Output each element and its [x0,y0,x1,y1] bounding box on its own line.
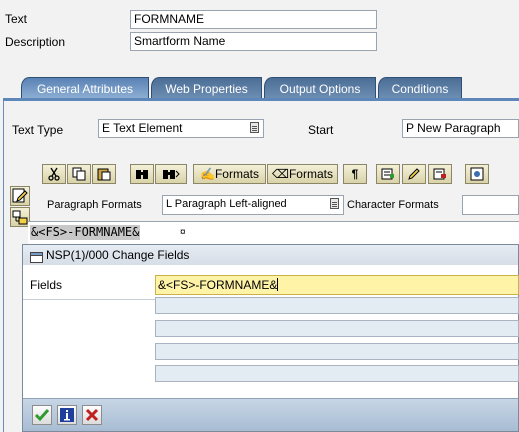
character-formats-button[interactable]: ⌫Formats [267,164,338,184]
formats-eraser-icon: ⌫ [272,167,289,181]
dropdown-list-icon[interactable] [330,198,339,209]
text-type-label: Text Type [12,123,64,137]
delete-field-icon [433,168,446,180]
tab-conditions[interactable]: Conditions [378,77,462,99]
formats-label: Formats [214,167,259,181]
formats-pen-icon: ✍ [200,167,215,181]
tab-general-attributes[interactable]: General Attributes [21,77,149,99]
checkmark-icon [34,409,50,422]
binoculars-next-icon [163,170,180,179]
cancel-button[interactable] [82,405,102,425]
text-editor[interactable]: &<FS>-FORMNAME& ¤ [28,221,519,245]
info-button[interactable] [57,405,77,425]
copy-icon [72,167,86,181]
paragraph-formats-value: L Paragraph Left-aligned [166,198,287,210]
edit-text-icon [12,188,28,203]
fields-input[interactable]: &<FS>-FORMNAME& [155,275,519,295]
fields-input-value: &<FS>-FORMNAME& [158,278,278,292]
edit-field-button[interactable] [402,164,426,184]
character-formats-label: Character Formats [347,199,439,211]
text-cursor [277,278,279,291]
change-fields-dialog: NSP(1)/000 Change Fields Fields &<FS>-FO… [22,244,519,432]
editor-switch-button[interactable] [10,186,30,206]
preview-button[interactable] [465,164,489,184]
text-label: Text [5,12,28,26]
description-field[interactable]: Smartform Name [130,32,377,51]
text-type-value: E Text Element [102,121,183,135]
field-row-empty[interactable] [155,365,519,382]
start-label: Start [308,123,334,137]
insert-field-icon [381,168,394,180]
paste-button[interactable] [92,164,116,184]
insert-node-button[interactable] [10,207,30,227]
start-select[interactable]: P New Paragraph [402,119,519,138]
field-row-empty[interactable] [155,343,519,360]
description-label: Description [5,35,66,49]
dialog-title: NSP(1)/000 Change Fields [46,248,190,262]
paragraph-mark-button[interactable]: ¶ [343,164,367,184]
character-formats-select[interactable] [462,195,519,215]
paragraph-formats-button[interactable]: ✍Formats [193,164,266,184]
paragraph-formats-label: Paragraph Formats [47,199,142,211]
editor-end-mark: ¤ [180,227,186,238]
field-row-empty[interactable] [155,320,519,337]
text-name-field[interactable]: FORMNAME [130,10,377,29]
cancel-x-icon [85,408,99,422]
cut-button[interactable] [42,164,66,184]
info-icon [60,408,74,422]
formats-label-2: Formats [288,167,333,181]
insert-field-button[interactable] [376,164,400,184]
binoculars-icon [136,170,148,179]
copy-button[interactable] [67,164,91,184]
fields-label: Fields [30,278,63,292]
find-button[interactable] [130,164,154,184]
tree-node-icon [12,210,28,225]
editor-field-text[interactable]: &<FS>-FORMNAME& [30,225,141,240]
pencil-icon [408,168,420,180]
text-type-select[interactable]: E Text Element [98,119,264,138]
delete-field-button[interactable] [428,164,452,184]
tab-web-properties[interactable]: Web Properties [151,77,262,99]
field-row-empty[interactable] [155,297,519,314]
preview-icon [470,167,484,181]
tab-output-options[interactable]: Output Options [264,77,376,99]
dialog-button-bar [23,398,518,431]
dialog-title-bar: NSP(1)/000 Change Fields [23,245,518,266]
fields-area: Fields &<FS>-FORMNAME& [23,265,519,400]
find-next-button[interactable] [155,164,187,184]
paste-icon [97,168,111,181]
scissors-icon [48,167,60,181]
confirm-button[interactable] [32,405,52,425]
paragraph-formats-select[interactable]: L Paragraph Left-aligned [162,195,344,215]
dropdown-list-icon[interactable] [250,122,259,133]
